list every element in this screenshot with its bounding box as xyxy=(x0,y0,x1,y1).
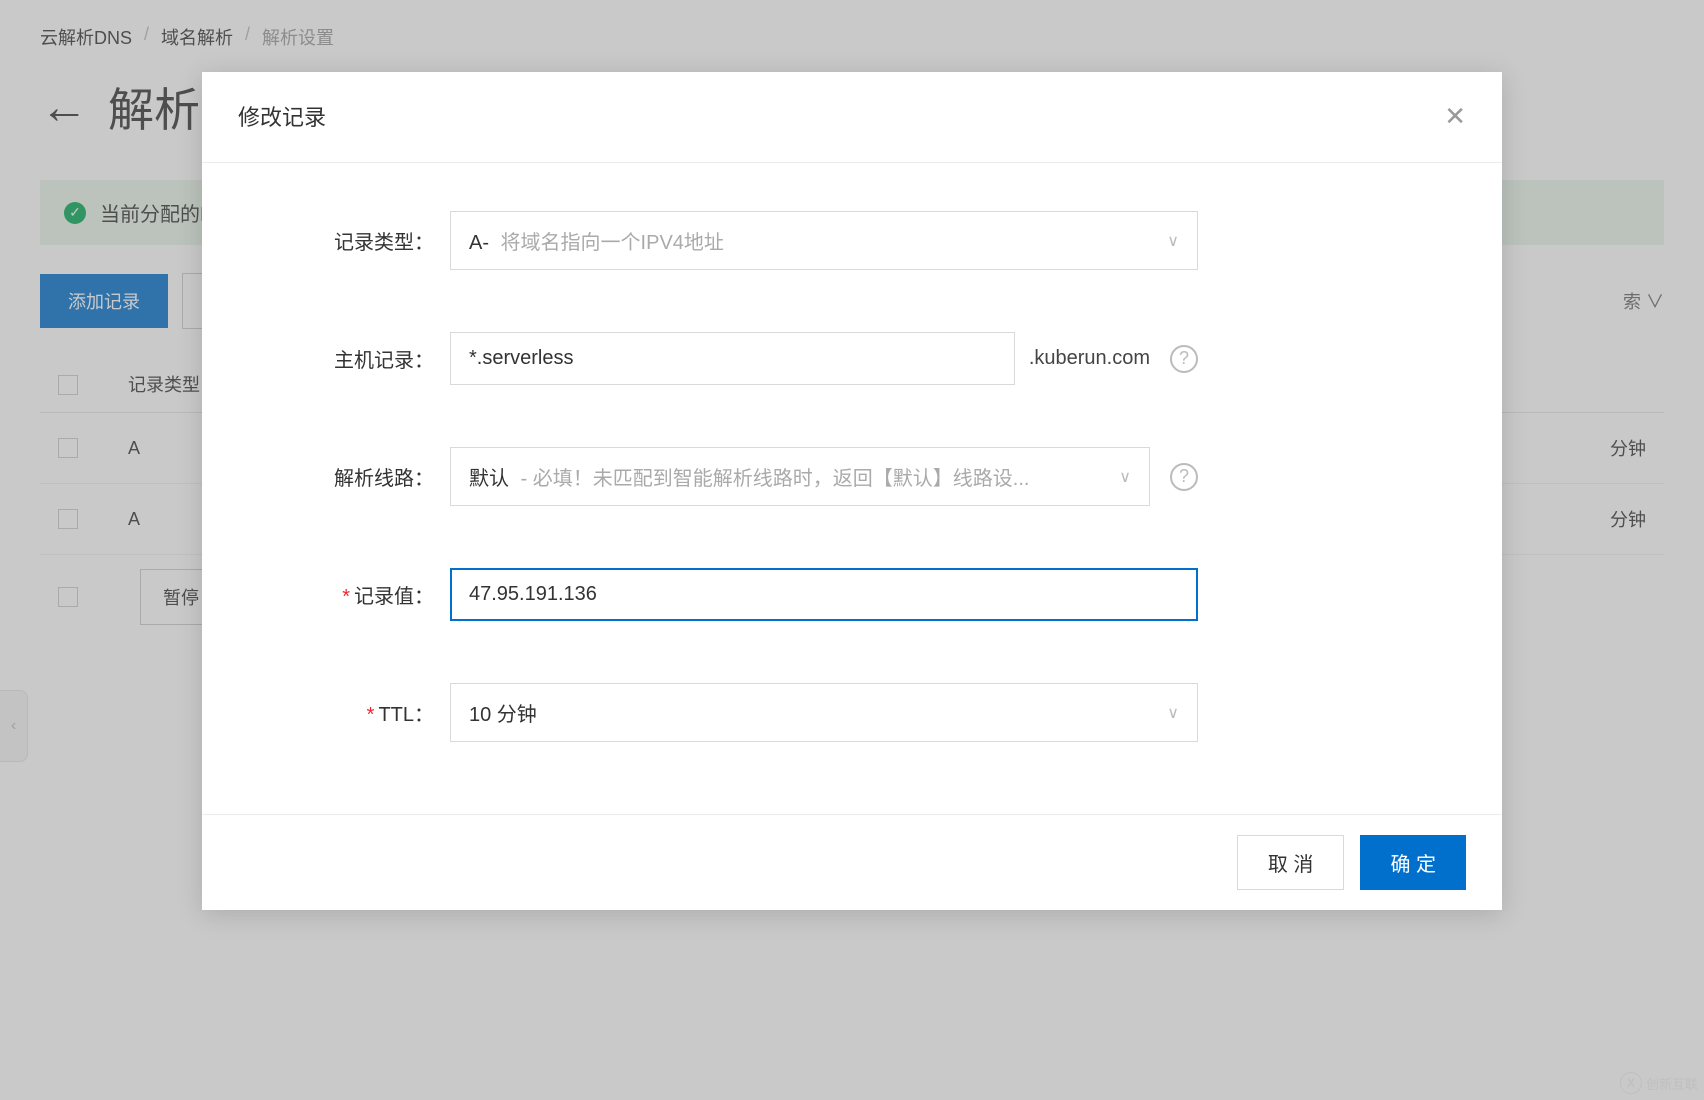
host-record-input[interactable] xyxy=(469,347,996,370)
watermark-text: 创新互联 xyxy=(1646,1074,1698,1093)
required-asterisk: * xyxy=(342,586,350,608)
select-placeholder: - 必填！未匹配到智能解析线路时，返回【默认】线路设... xyxy=(515,468,1029,490)
close-icon[interactable]: ✕ xyxy=(1444,101,1466,132)
select-placeholder: 将域名指向一个IPV4地址 xyxy=(495,232,724,254)
record-value-input[interactable] xyxy=(469,583,1179,606)
cancel-button[interactable]: 取 消 xyxy=(1237,835,1345,890)
label-line: 解析线路： xyxy=(250,462,450,491)
line-select[interactable]: 默认 - 必填！未匹配到智能解析线路时，返回【默认】线路设... ∨ xyxy=(450,447,1150,506)
record-value-input-wrapper xyxy=(450,568,1198,621)
select-value-prefix: A- xyxy=(469,232,489,254)
chevron-down-icon: ∨ xyxy=(1167,231,1179,251)
label-host-record: 主机记录： xyxy=(250,344,450,373)
chevron-down-icon: ∨ xyxy=(1167,703,1179,723)
label-ttl: *TTL： xyxy=(250,698,450,727)
label-record-value: *记录值： xyxy=(250,580,450,609)
ttl-value: 10 分钟 xyxy=(469,698,537,727)
ttl-select[interactable]: 10 分钟 ∨ xyxy=(450,683,1198,742)
host-domain-suffix: .kuberun.com xyxy=(1029,347,1150,370)
label-record-type: 记录类型： xyxy=(250,226,450,255)
required-asterisk: * xyxy=(367,704,375,726)
chevron-down-icon: ∨ xyxy=(1119,467,1131,487)
edit-record-modal: 修改记录 ✕ 记录类型： A- 将域名指向一个IPV4地址 ∨ 主机记录： xyxy=(202,72,1502,910)
watermark: X 创新互联 xyxy=(1620,1072,1698,1094)
modal-title: 修改记录 xyxy=(238,100,326,132)
help-icon[interactable]: ? xyxy=(1170,463,1198,491)
watermark-logo-icon: X xyxy=(1620,1072,1642,1094)
select-value-prefix: 默认 xyxy=(469,468,509,490)
ok-button[interactable]: 确 定 xyxy=(1360,835,1466,890)
host-record-input-wrapper xyxy=(450,332,1015,385)
modal-overlay: 修改记录 ✕ 记录类型： A- 将域名指向一个IPV4地址 ∨ 主机记录： xyxy=(0,0,1704,1100)
record-type-select[interactable]: A- 将域名指向一个IPV4地址 ∨ xyxy=(450,211,1198,270)
help-icon[interactable]: ? xyxy=(1170,345,1198,373)
